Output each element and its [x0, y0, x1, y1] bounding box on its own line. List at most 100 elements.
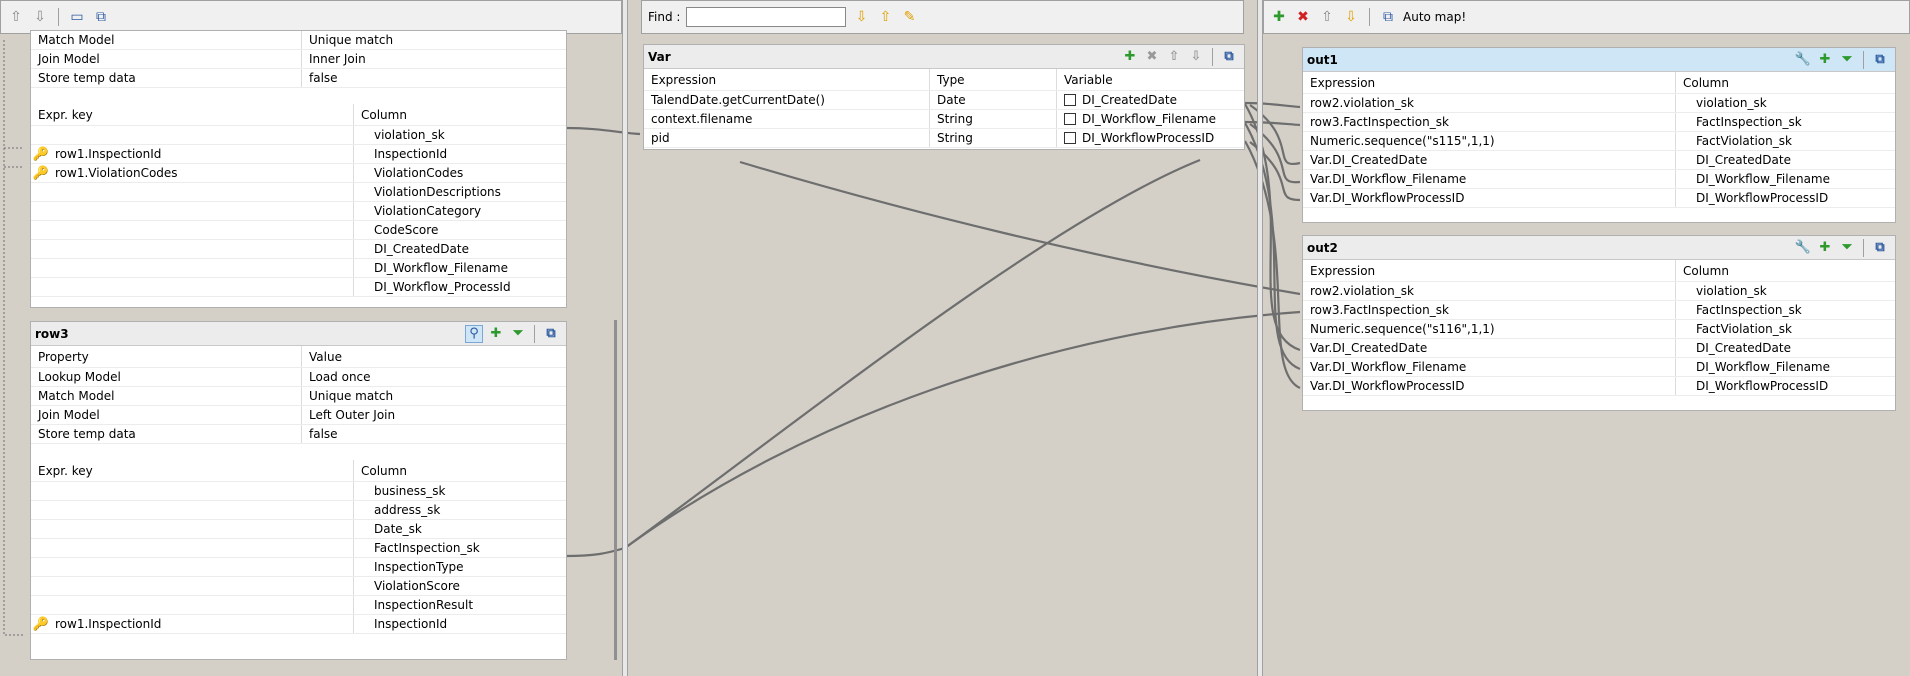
table-row[interactable]: Var.DI_Workflow_Filename DI_Workflow_File… [1303, 358, 1895, 377]
var-title-bar[interactable]: Var ✚ ✖ ⇧ ⇩ ⧉ [644, 45, 1244, 69]
column-cell[interactable]: InspectionResult [354, 596, 566, 614]
column-cell[interactable]: InspectionId [354, 145, 566, 163]
expression-cell[interactable]: Var.DI_CreatedDate [1303, 151, 1676, 169]
expr-key-cell[interactable]: row1.InspectionId [31, 615, 354, 633]
expression-cell[interactable]: row2.violation_sk [1303, 94, 1676, 112]
out1-title-bar[interactable]: out1 🔧 ✚ ⏷ ⧉ [1303, 48, 1895, 72]
expression-cell[interactable]: row3.FactInspection_sk [1303, 301, 1676, 319]
out2-title-bar[interactable]: out2 🔧 ✚ ⏷ ⧉ [1303, 236, 1895, 260]
column-cell[interactable]: violation_sk [354, 126, 566, 144]
column-cell[interactable]: ViolationCodes [354, 164, 566, 182]
filter-add-icon[interactable]: ✚ [1816, 239, 1834, 257]
column-cell[interactable]: InspectionId [354, 615, 566, 633]
lookup-settings-icon[interactable]: ⚲ [465, 324, 483, 343]
add-variable-icon[interactable]: ✚ [1121, 48, 1139, 66]
right-sash[interactable] [1257, 0, 1263, 676]
nullable-checkbox[interactable] [1064, 132, 1076, 144]
var-type[interactable]: String [930, 129, 1057, 147]
filter-add-icon[interactable]: ✚ [1816, 51, 1834, 69]
table-row[interactable]: Var.DI_WorkflowProcessID DI_WorkflowProce… [1303, 377, 1895, 396]
expr-key-cell[interactable] [31, 240, 354, 258]
table-row[interactable]: Var.DI_CreatedDate DI_CreatedDate [1303, 339, 1895, 358]
column-cell[interactable]: business_sk [354, 482, 566, 500]
prop-value[interactable]: false [302, 425, 566, 443]
expr-key-cell[interactable] [31, 482, 354, 500]
table-row[interactable]: Var.DI_CreatedDate DI_CreatedDate [1303, 151, 1895, 170]
expression-cell[interactable]: Var.DI_CreatedDate [1303, 339, 1676, 357]
var-variable[interactable]: DI_Workflow_Filename [1082, 112, 1216, 126]
minimize-all-icon[interactable]: ▭ [68, 8, 86, 26]
expr-key-cell[interactable] [31, 558, 354, 576]
var-variable-cell[interactable]: DI_WorkflowProcessID [1057, 129, 1244, 147]
expression-cell[interactable]: Var.DI_WorkflowProcessID [1303, 189, 1676, 207]
find-all-icon[interactable]: ✎ [900, 8, 918, 26]
minimize-icon[interactable]: ⧉ [1871, 239, 1889, 257]
table-row[interactable]: Date_sk [31, 520, 566, 539]
move-up-icon[interactable]: ⇧ [7, 8, 25, 26]
column-cell[interactable]: FactInspection_sk [354, 539, 566, 557]
find-input[interactable] [686, 7, 847, 27]
filter-icon[interactable]: ⏷ [1838, 239, 1856, 257]
var-expression[interactable]: pid [644, 129, 930, 147]
table-row[interactable]: ViolationCategory [31, 202, 566, 221]
column-cell[interactable]: DI_WorkflowProcessID [1676, 189, 1895, 207]
table-row[interactable]: row3.FactInspection_sk FactInspection_sk [1303, 113, 1895, 132]
var-variable[interactable]: DI_WorkflowProcessID [1082, 131, 1214, 145]
expr-key-cell[interactable] [31, 202, 354, 220]
column-cell[interactable]: DI_Workflow_Filename [1676, 358, 1895, 376]
expression-cell[interactable]: row3.FactInspection_sk [1303, 113, 1676, 131]
prop-value[interactable]: false [302, 69, 566, 87]
table-row[interactable]: 🔑 row1.ViolationCodes ViolationCodes [31, 164, 566, 183]
move-up-icon[interactable]: ⇧ [1165, 48, 1183, 66]
filter-icon[interactable]: ⏷ [509, 325, 527, 343]
column-cell[interactable]: violation_sk [1676, 282, 1895, 300]
move-down-icon[interactable]: ⇩ [1187, 48, 1205, 66]
var-variable-cell[interactable]: DI_CreatedDate [1057, 91, 1244, 109]
expr-key-cell[interactable]: row1.ViolationCodes [31, 164, 354, 182]
column-cell[interactable]: DI_CreatedDate [354, 240, 566, 258]
prop-value[interactable]: Unique match [302, 31, 566, 49]
table-row[interactable]: InspectionType [31, 558, 566, 577]
table-row[interactable]: InspectionResult [31, 596, 566, 615]
column-cell[interactable]: FactViolation_sk [1676, 132, 1895, 150]
var-row[interactable]: pid String DI_WorkflowProcessID [644, 129, 1244, 148]
expression-cell[interactable]: Var.DI_Workflow_Filename [1303, 358, 1676, 376]
minimize-icon[interactable]: ⧉ [1220, 48, 1238, 66]
expr-key-cell[interactable] [31, 126, 354, 144]
var-type[interactable]: Date [930, 91, 1057, 109]
var-row[interactable]: context.filename String DI_Workflow_Filena… [644, 110, 1244, 129]
filter-add-icon[interactable]: ✚ [487, 325, 505, 343]
var-expression[interactable]: context.filename [644, 110, 930, 128]
add-output-icon[interactable]: ✚ [1270, 8, 1288, 26]
column-cell[interactable]: address_sk [354, 501, 566, 519]
find-previous-icon[interactable]: ⇧ [876, 8, 894, 26]
column-cell[interactable]: FactInspection_sk [1676, 301, 1895, 319]
prop-value[interactable]: Left Outer Join [302, 406, 566, 424]
column-cell[interactable]: Date_sk [354, 520, 566, 538]
table-row[interactable]: DI_Workflow_Filename [31, 259, 566, 278]
table-row[interactable]: FactInspection_sk [31, 539, 566, 558]
var-variable-cell[interactable]: DI_Workflow_Filename [1057, 110, 1244, 128]
move-down-icon[interactable]: ⇩ [1342, 8, 1360, 26]
prop-value[interactable]: Load once [302, 368, 566, 386]
table-row[interactable]: violation_sk [31, 126, 566, 145]
settings-icon[interactable]: 🔧 [1794, 51, 1812, 69]
table-row[interactable]: CodeScore [31, 221, 566, 240]
var-type[interactable]: String [930, 110, 1057, 128]
column-cell[interactable]: DI_CreatedDate [1676, 151, 1895, 169]
table-row[interactable]: DI_CreatedDate [31, 240, 566, 259]
find-next-icon[interactable]: ⇩ [852, 8, 870, 26]
table-row[interactable]: ViolationScore [31, 577, 566, 596]
expr-key-cell[interactable] [31, 577, 354, 595]
expr-key-cell[interactable] [31, 520, 354, 538]
expression-cell[interactable]: row2.violation_sk [1303, 282, 1676, 300]
column-cell[interactable]: CodeScore [354, 221, 566, 239]
remove-variable-icon[interactable]: ✖ [1143, 48, 1161, 66]
table-row[interactable]: Numeric.sequence("s116",1,1) FactViolatio… [1303, 320, 1895, 339]
table-row[interactable]: Numeric.sequence("s115",1,1) FactViolatio… [1303, 132, 1895, 151]
expression-cell[interactable]: Numeric.sequence("s116",1,1) [1303, 320, 1676, 338]
column-cell[interactable]: DI_Workflow_Filename [1676, 170, 1895, 188]
table-row[interactable]: Var.DI_WorkflowProcessID DI_WorkflowProce… [1303, 189, 1895, 208]
nullable-checkbox[interactable] [1064, 113, 1076, 125]
table-row[interactable]: business_sk [31, 482, 566, 501]
